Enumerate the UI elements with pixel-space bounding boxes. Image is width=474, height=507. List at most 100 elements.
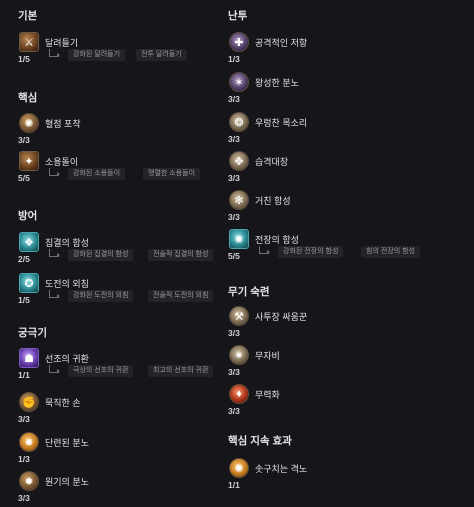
skill-rank: 1/3 xyxy=(228,54,240,64)
skill-rank: 3/3 xyxy=(18,493,30,503)
skill-name: 묵직한 손 xyxy=(45,398,81,408)
skill-pit-fighter[interactable]: ⚒ 사투장 싸움꾼 3/3 xyxy=(228,306,448,346)
skill-aggressive-resistance[interactable]: ✚ 공격적인 저항 1/3 xyxy=(228,32,448,72)
slaying-strike-icon: ♦ xyxy=(229,384,249,404)
gushing-wounds-icon: ✺ xyxy=(229,458,249,478)
skill-guttural-yell[interactable]: ✻ 거친 함성 3/3 xyxy=(228,190,448,230)
skill-rank: 3/3 xyxy=(18,414,30,424)
skill-rank: 3/3 xyxy=(228,367,240,377)
invigorating-fury-icon: ✹ xyxy=(19,471,39,491)
pit-fighter-icon: ⚒ xyxy=(229,306,249,326)
skill-name: 공격적인 저항 xyxy=(255,38,308,48)
branch-arrow-icon xyxy=(57,172,60,176)
skill-rank: 1/5 xyxy=(18,295,30,305)
upgrade-option[interactable]: 강화된 도전의 외침 xyxy=(68,290,134,302)
skill-call-of-ancients[interactable]: ☗ 선조의 귀환 1/1 극상의 선조의 귀환 최고의 선조의 귀환 xyxy=(18,348,238,388)
skill-name: 단련된 분노 xyxy=(45,438,89,448)
skill-name: 무자비 xyxy=(255,351,280,361)
upgrade-option[interactable]: 맹렬한 소용돌이 xyxy=(143,168,201,180)
heavy-handed-icon: ✊ xyxy=(19,392,39,412)
raid-leader-icon: ✥ xyxy=(229,151,249,171)
skill-name: 왕성한 분노 xyxy=(255,78,299,88)
skill-name: 우렁찬 목소리 xyxy=(255,118,308,128)
skill-rallying-cry[interactable]: ❖ 집결의 함성 2/5 강화된 집결의 함성 전술적 집결의 함성 xyxy=(18,232,238,272)
charge-icon: ⚔ xyxy=(19,32,39,52)
skill-challenging-shout[interactable]: ✪ 도전의 외침 1/5 강화된 도전의 외침 전술적 도전의 외침 xyxy=(18,273,238,313)
skill-war-cry[interactable]: ✺ 전장의 함성 5/5 강화된 전장의 함성 힘의 전장의 함성 xyxy=(228,229,448,269)
skill-raid-leader[interactable]: ✥ 습격대장 3/3 xyxy=(228,151,448,191)
whirlwind-icon: ✦ xyxy=(19,151,39,171)
skill-name: 혈점 포착 xyxy=(45,119,81,129)
prolific-fury-icon: ✶ xyxy=(229,72,249,92)
upgrade-option[interactable]: 강화된 달려들기 xyxy=(68,49,126,61)
skill-name: 선조의 귀환 xyxy=(45,354,89,364)
skill-rank: 1/1 xyxy=(228,480,240,490)
skill-rank: 1/3 xyxy=(18,454,30,464)
upgrade-option[interactable]: 전투 달려들기 xyxy=(136,49,187,61)
skill-rank: 1/5 xyxy=(18,54,30,64)
aggressive-resistance-icon: ✚ xyxy=(229,32,249,52)
skill-rank: 3/3 xyxy=(228,173,240,183)
branch-arrow-icon xyxy=(57,294,60,298)
war-cry-icon: ✺ xyxy=(229,229,249,249)
skill-name: 무력화 xyxy=(255,390,280,400)
skill-rank: 5/5 xyxy=(228,251,240,261)
challenging-shout-icon: ✪ xyxy=(19,273,39,293)
skill-rank: 3/3 xyxy=(228,134,240,144)
skill-tempered-fury[interactable]: ✸ 단련된 분노 1/3 xyxy=(18,432,238,472)
skill-name: 달려들기 xyxy=(45,38,79,48)
upgrade-option[interactable]: 강화된 소용돌이 xyxy=(68,168,126,180)
skill-name: 사투장 싸움꾼 xyxy=(255,312,308,322)
skill-rank: 3/3 xyxy=(18,135,30,145)
skill-rank: 2/5 xyxy=(18,254,30,264)
skill-whirlwind[interactable]: ✦ 소용돌이 5/5 강화된 소용돌이 맹렬한 소용돌이 xyxy=(18,151,238,191)
branch-arrow-icon xyxy=(57,253,60,257)
skill-booming-voice[interactable]: ❂ 우렁찬 목소리 3/3 xyxy=(228,112,448,152)
skill-name: 전장의 함성 xyxy=(255,235,299,245)
section-title-weapon-mastery: 무기 숙련 xyxy=(228,286,270,298)
skill-rank: 3/3 xyxy=(228,212,240,222)
upgrade-option[interactable]: 전술적 집결의 함성 xyxy=(148,249,214,261)
skill-name: 습격대장 xyxy=(255,157,289,167)
skill-name: 솟구치는 격노 xyxy=(255,464,308,474)
upgrade-option[interactable]: 힘의 전장의 함성 xyxy=(361,246,420,258)
skill-name: 원기의 분노 xyxy=(45,477,89,487)
skill-rank: 5/5 xyxy=(18,173,30,183)
section-title-defense: 방어 xyxy=(18,210,38,222)
skill-blood-point[interactable]: ✺ 혈점 포착 3/3 xyxy=(18,113,238,153)
skill-gushing-wounds[interactable]: ✺ 솟구치는 격노 1/1 xyxy=(228,458,448,498)
skill-name: 집결의 함성 xyxy=(45,238,89,248)
no-mercy-icon: ✷ xyxy=(229,345,249,365)
guttural-yell-icon: ✻ xyxy=(229,190,249,210)
upgrade-option[interactable]: 강화된 집결의 함성 xyxy=(68,249,134,261)
rallying-cry-icon: ❖ xyxy=(19,232,39,252)
upgrade-option[interactable]: 강화된 전장의 함성 xyxy=(278,246,344,258)
call-of-ancients-icon: ☗ xyxy=(19,348,39,368)
skill-name: 도전의 외침 xyxy=(45,279,89,289)
skill-no-mercy[interactable]: ✷ 무자비 3/3 xyxy=(228,345,448,385)
skill-invigorating-fury[interactable]: ✹ 원기의 분노 3/3 xyxy=(18,471,238,507)
skill-prolific-fury[interactable]: ✶ 왕성한 분노 3/3 xyxy=(228,72,448,112)
section-title-brawling: 난투 xyxy=(228,10,248,22)
skill-charge[interactable]: ⚔ 달려들기 1/5 강화된 달려들기 전투 달려들기 xyxy=(18,32,238,72)
skill-rank: 1/1 xyxy=(18,370,30,380)
skill-name: 거친 함성 xyxy=(255,196,291,206)
skill-slaying-strike[interactable]: ♦ 무력화 3/3 xyxy=(228,384,448,424)
skill-heavy-handed[interactable]: ✊ 묵직한 손 3/3 xyxy=(18,392,238,432)
upgrade-option[interactable]: 최고의 선조의 귀환 xyxy=(148,365,214,377)
skill-rank: 3/3 xyxy=(228,328,240,338)
upgrade-option[interactable]: 극상의 선조의 귀환 xyxy=(68,365,134,377)
booming-voice-icon: ❂ xyxy=(229,112,249,132)
section-title-ultimate: 궁극기 xyxy=(18,327,47,339)
tempered-fury-icon: ✸ xyxy=(19,432,39,452)
branch-arrow-icon xyxy=(267,250,270,254)
section-title-key-passive: 핵심 지속 효과 xyxy=(228,435,292,447)
branch-arrow-icon xyxy=(57,369,60,373)
skill-rank: 3/3 xyxy=(228,406,240,416)
branch-arrow-icon xyxy=(57,53,60,57)
section-title-basic: 기본 xyxy=(18,10,38,22)
upgrade-option[interactable]: 전술적 도전의 외침 xyxy=(148,290,214,302)
section-title-core: 핵심 xyxy=(18,92,38,104)
skill-name: 소용돌이 xyxy=(45,157,79,167)
blood-point-icon: ✺ xyxy=(19,113,39,133)
